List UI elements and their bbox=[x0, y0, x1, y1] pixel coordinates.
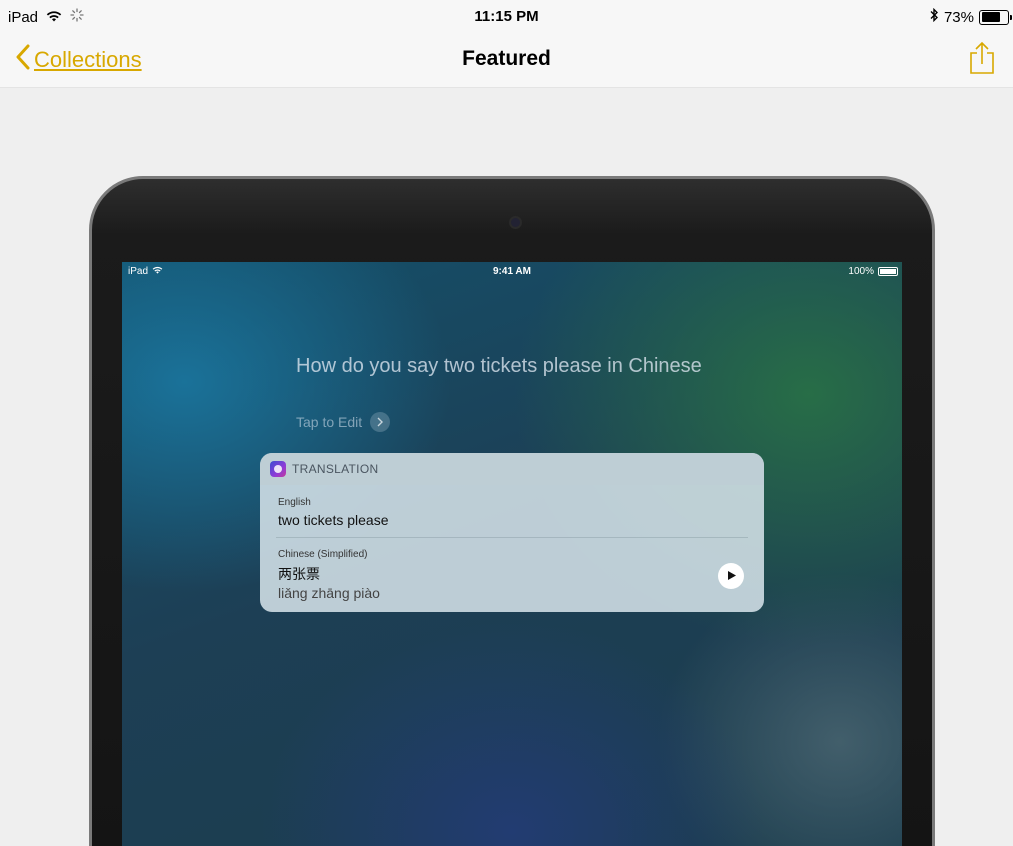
translation-card-title: TRANSLATION bbox=[292, 462, 379, 476]
screen-time: 9:41 AM bbox=[493, 266, 531, 277]
share-icon bbox=[967, 41, 997, 80]
target-language: Chinese (Simplified) bbox=[278, 549, 368, 560]
source-text: two tickets please bbox=[278, 512, 389, 528]
translation-card: TRANSLATION English two tickets please C… bbox=[260, 453, 764, 612]
screen-battery-percent: 100% bbox=[848, 266, 874, 277]
translation-card-header: TRANSLATION bbox=[260, 453, 764, 485]
page-title: Featured bbox=[462, 47, 551, 70]
pinyin-text: liǎng zhāng piào bbox=[278, 585, 380, 601]
status-bar: iPad 11:15 PM 73% bbox=[0, 0, 1013, 36]
device-screen: iPad 9:41 AM 100% How do you say two tic… bbox=[122, 262, 902, 846]
navigation-bar: Collections Featured bbox=[0, 36, 1013, 88]
play-icon bbox=[726, 567, 736, 585]
battery-icon bbox=[979, 9, 1012, 25]
tap-to-edit-label: Tap to Edit bbox=[296, 414, 363, 430]
target-section: Chinese (Simplified) 两张票 liǎng zhāng pià… bbox=[278, 549, 380, 601]
source-language: English bbox=[278, 497, 311, 508]
share-button[interactable] bbox=[967, 40, 997, 76]
bluetooth-icon bbox=[929, 7, 939, 26]
divider bbox=[276, 537, 748, 538]
chevron-right-icon bbox=[370, 412, 391, 432]
battery-percent: 73% bbox=[943, 8, 974, 26]
tap-to-edit-button[interactable]: Tap to Edit bbox=[296, 412, 391, 432]
screen-status-bar: iPad 9:41 AM 100% bbox=[122, 266, 902, 282]
status-time: 11:15 PM bbox=[474, 8, 539, 25]
screen-battery-icon bbox=[878, 267, 898, 276]
target-text: 两张票 bbox=[278, 566, 320, 582]
camera-icon bbox=[511, 218, 520, 227]
play-button[interactable] bbox=[718, 563, 744, 589]
siri-query: How do you say two tickets please in Chi… bbox=[296, 355, 702, 377]
source-section: English two tickets please bbox=[278, 497, 389, 528]
siri-icon bbox=[270, 461, 286, 477]
